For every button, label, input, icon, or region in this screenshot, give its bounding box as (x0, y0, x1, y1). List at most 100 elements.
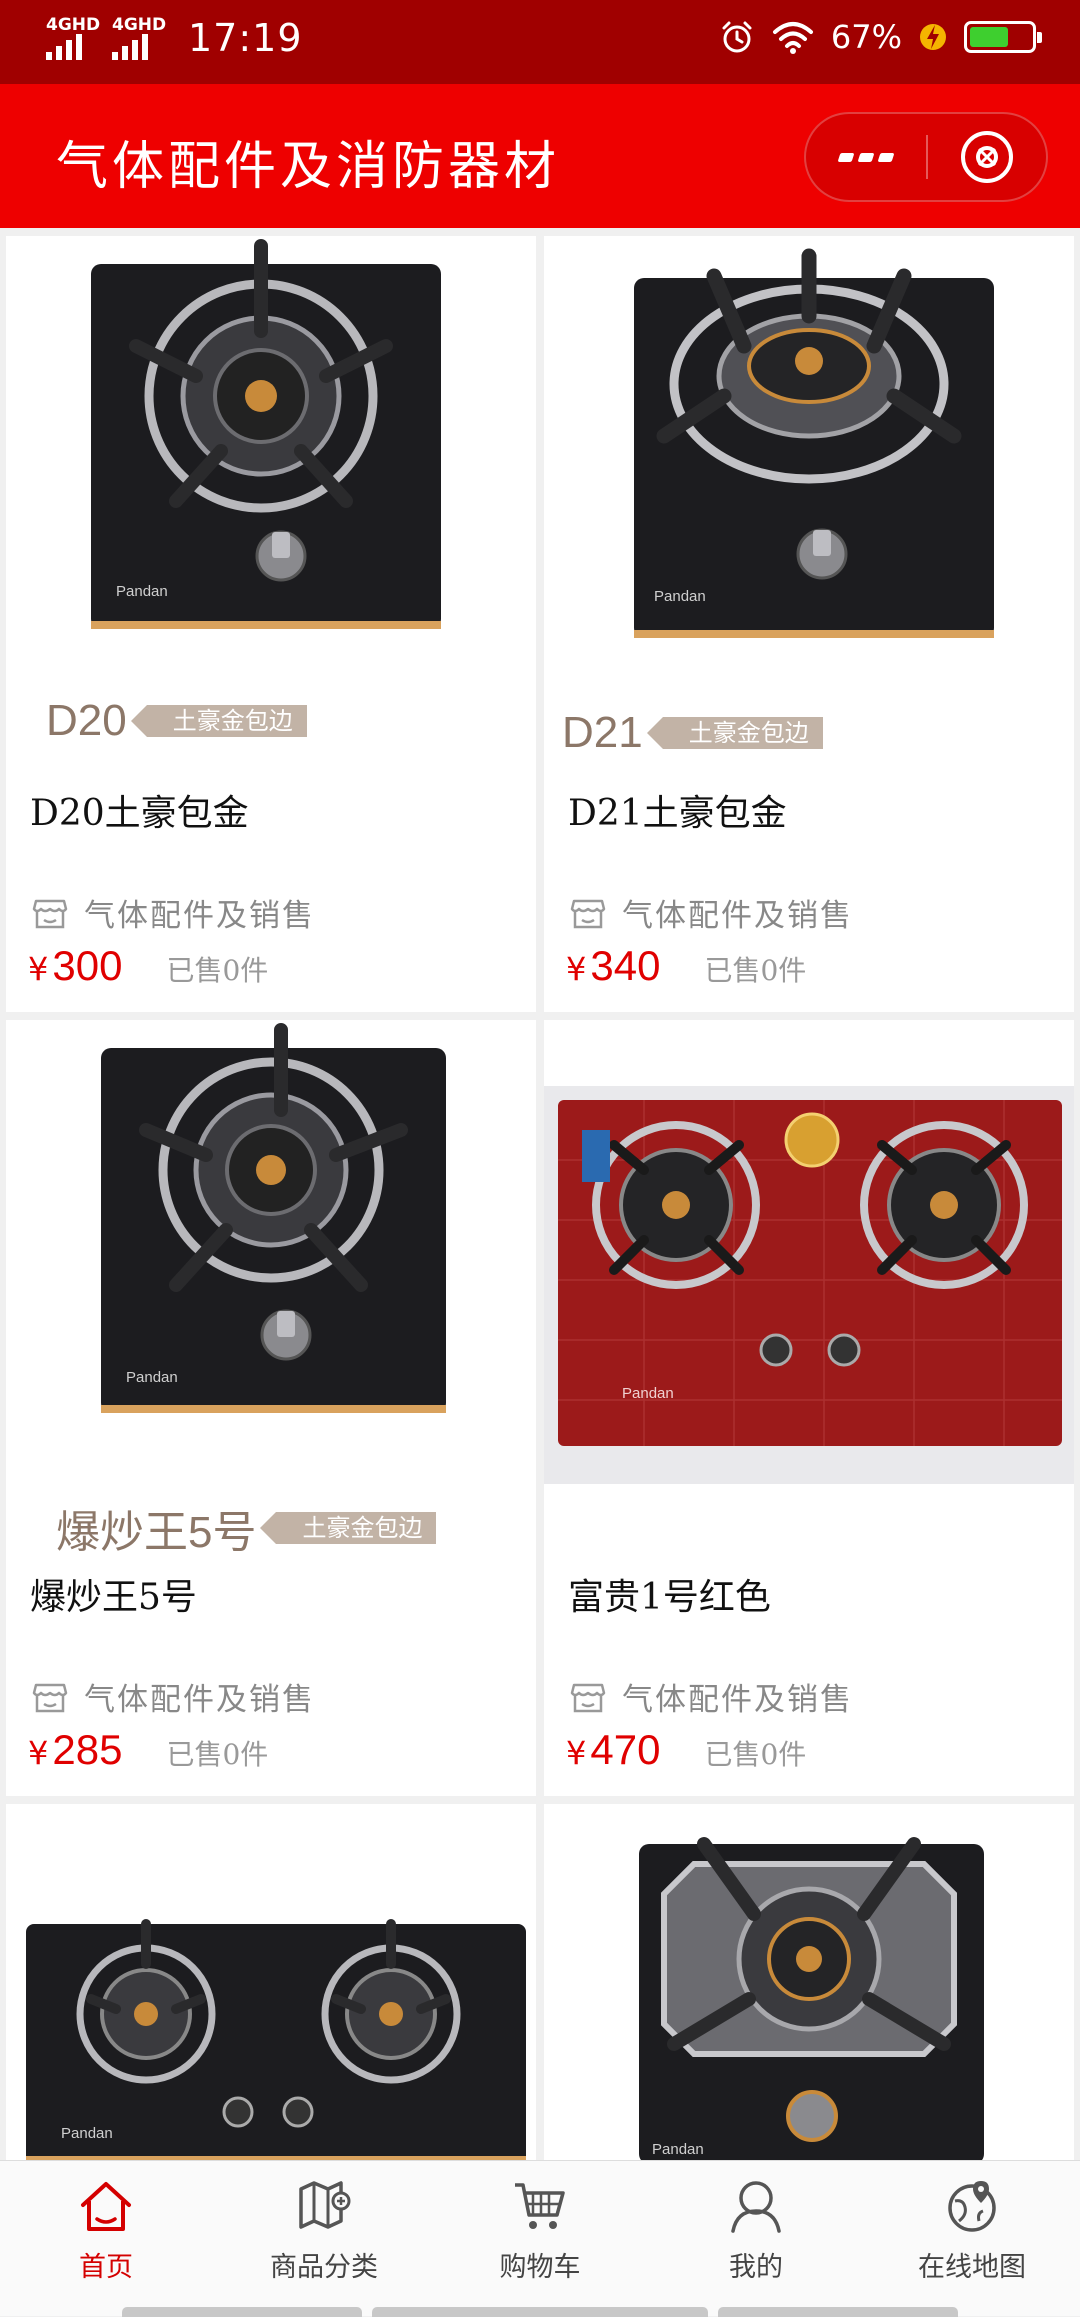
shop-name: 气体配件及销售 (84, 1682, 315, 1718)
tab-map[interactable]: 在线地图 (872, 2177, 1072, 2284)
tab-cart[interactable]: 购物车 (440, 2177, 640, 2284)
product-model: D21 (562, 708, 643, 757)
product-card[interactable]: Pandan D20 土豪金包边 D20土豪包金 气体配件及销售 ¥ 300 已… (6, 236, 536, 1012)
more-button[interactable] (806, 114, 926, 200)
alarm-icon (722, 21, 752, 53)
shop-row: 气体配件及销售 (30, 890, 315, 935)
product-image[interactable]: Pandan (6, 236, 536, 766)
product-subtitle: D21 土豪金包边 (562, 708, 823, 758)
currency-symbol: ¥ (566, 1734, 587, 1772)
product-image[interactable]: Pandan (6, 1020, 536, 1550)
product-price: 300 (52, 942, 123, 989)
double-burner-black-stove-icon: Pandan (26, 1919, 526, 2164)
product-card[interactable]: Pandan (544, 1804, 1074, 2164)
battery-percent: 67% (830, 18, 902, 56)
tab-label: 商品分类 (270, 2252, 378, 2283)
double-burner-red-stove-icon: Pandan (544, 1086, 1074, 1484)
product-subtitle: 爆炒王5号 土豪金包边 (56, 1496, 437, 1560)
product-card[interactable]: Pandan (6, 1804, 536, 2164)
cell-signal-icon: 4GHD (112, 16, 168, 60)
currency-symbol: ¥ (28, 1734, 49, 1772)
shop-row: 气体配件及销售 (568, 1674, 853, 1719)
cart-icon (515, 2183, 565, 2229)
signal-label-2: 4GHD (112, 15, 167, 35)
brand-logo: Pandan (126, 1369, 178, 1386)
product-tag: 土豪金包边 (646, 717, 823, 749)
close-circle-icon (960, 131, 1013, 183)
currency-symbol: ¥ (28, 950, 49, 988)
globe-pin-icon (948, 2181, 996, 2232)
brand-logo: Pandan (61, 2125, 113, 2142)
shop-name: 气体配件及销售 (622, 1682, 853, 1718)
battery-level (970, 27, 1009, 47)
more-dots-icon (837, 152, 855, 162)
clock: 17:19 (188, 16, 303, 60)
category-map-icon (299, 2181, 351, 2229)
user-icon (731, 2181, 781, 2233)
brand-logo: Pandan (652, 2141, 704, 2158)
tab-mine[interactable]: 我的 (656, 2177, 856, 2284)
product-tag: 土豪金包边 (130, 705, 307, 737)
product-subtitle: D20 土豪金包边 (46, 696, 307, 746)
single-burner-stove-icon: Pandan (101, 1023, 446, 1413)
sold-count: 已售0件 (166, 954, 269, 987)
single-burner-stove-icon: Pandan (91, 239, 441, 629)
home-icon (81, 2182, 131, 2231)
sold-count: 已售0件 (166, 1738, 269, 1771)
mini-program-capsule (804, 112, 1048, 202)
charging-bolt-icon (920, 24, 946, 50)
product-image[interactable]: Pandan (544, 1020, 1074, 1550)
single-burner-square-stove-icon: Pandan (639, 1837, 984, 2164)
shop-icon (570, 1683, 606, 1712)
page-title: 气体配件及消防器材 (56, 137, 561, 197)
product-name[interactable]: D21土豪包金 (568, 784, 787, 836)
product-image[interactable]: Pandan (6, 1804, 536, 2164)
shop-name: 气体配件及销售 (622, 898, 853, 934)
product-model: D20 (46, 696, 127, 745)
status-right: 67% (719, 18, 1042, 56)
close-button[interactable] (928, 114, 1046, 200)
cell-signal-icon: 4GHD (46, 16, 102, 60)
product-price: 285 (52, 1726, 123, 1773)
tab-category[interactable]: 商品分类 (224, 2177, 424, 2284)
single-burner-stove-icon: Pandan (634, 248, 994, 638)
sold-count: 已售0件 (704, 1738, 807, 1771)
product-image[interactable]: Pandan (544, 1804, 1074, 2164)
shop-row: 气体配件及销售 (30, 1674, 315, 1719)
price-row: ¥ 470 已售0件 (566, 1726, 806, 1774)
shop-icon (32, 899, 68, 928)
tab-home[interactable]: 首页 (6, 2177, 206, 2284)
product-model: 爆炒王5号 (56, 1508, 257, 1557)
tab-label: 购物车 (499, 2252, 581, 2283)
tab-label: 在线地图 (918, 2252, 1026, 2283)
shop-name: 气体配件及销售 (84, 898, 315, 934)
bottom-tab-bar: 首页 商品分类 购物车 我的 在线地图 (0, 2160, 1080, 2317)
status-bar: 4GHD 4GHD 17:19 67% (0, 0, 1080, 84)
status-left: 4GHD 4GHD 17:19 (46, 16, 303, 60)
product-card[interactable]: Pandan 爆炒王5号 土豪金包边 爆炒王5号 气体配件及销售 ¥ 285 已… (6, 1020, 536, 1796)
shop-icon (32, 1683, 68, 1712)
brand-logo: Pandan (622, 1385, 674, 1402)
price-row: ¥ 300 已售0件 (28, 942, 268, 990)
product-name[interactable]: 爆炒王5号 (30, 1568, 197, 1620)
battery-icon (964, 21, 1042, 53)
product-name[interactable]: 富贵1号红色 (568, 1568, 771, 1620)
product-name[interactable]: D20土豪包金 (30, 784, 249, 836)
product-tag: 土豪金包边 (260, 1512, 437, 1544)
signal-label-1: 4GHD (46, 15, 101, 35)
brand-logo: Pandan (654, 588, 706, 605)
product-card[interactable]: Pandan D21 土豪金包边 D21土豪包金 气体配件及销售 ¥ 340 已… (544, 236, 1074, 1012)
brand-logo: Pandan (116, 583, 168, 600)
wifi-icon (772, 22, 813, 54)
price-row: ¥ 285 已售0件 (28, 1726, 268, 1774)
price-row: ¥ 340 已售0件 (566, 942, 806, 990)
shop-row: 气体配件及销售 (568, 890, 853, 935)
sold-count: 已售0件 (704, 954, 807, 987)
product-card[interactable]: Pandan 富贵1号红色 气体配件及销售 ¥ 470 已售0件 (544, 1020, 1074, 1796)
tab-label: 我的 (729, 2252, 783, 2283)
product-price: 340 (590, 942, 661, 989)
shop-icon (570, 899, 606, 928)
product-image[interactable]: Pandan (544, 236, 1074, 766)
tab-label: 首页 (79, 2252, 133, 2283)
currency-symbol: ¥ (566, 950, 587, 988)
